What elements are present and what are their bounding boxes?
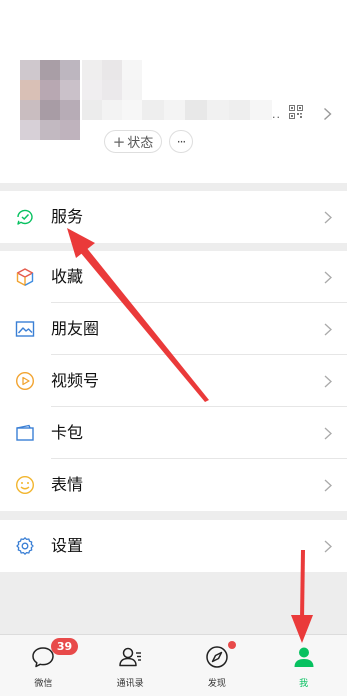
menu-item-settings[interactable]: 设置: [0, 520, 347, 572]
settings-group: 设置: [0, 520, 347, 572]
service-group: 服务: [0, 191, 347, 243]
smiley-icon: [15, 475, 35, 495]
nickname-pixel: [82, 60, 102, 80]
more-dots-icon: ···: [176, 134, 187, 149]
tab-label: 微信: [34, 679, 53, 689]
menu-item-channels[interactable]: 视频号: [0, 355, 347, 407]
wechat-id-pixel: [250, 100, 273, 120]
menu-item-stickers[interactable]: 表情: [0, 459, 347, 511]
avatar-pixel: [20, 120, 40, 140]
avatar-pixel: [40, 80, 60, 100]
chevron-right-icon: [324, 211, 332, 224]
nickname-pixel: [122, 100, 142, 120]
avatar-pixel: [60, 120, 80, 140]
main-menu-group: 收藏 朋友圈 视频号 卡包 表情: [0, 251, 347, 511]
wechat-id-pixel: [185, 100, 208, 120]
person-icon: [294, 647, 314, 667]
plus-icon: +: [112, 132, 126, 151]
tab-contacts[interactable]: 通讯录: [87, 635, 174, 696]
avatar-pixel: [60, 80, 80, 100]
nickname-pixel: [82, 80, 102, 100]
discover-notification-dot: [228, 641, 236, 649]
wallet-card-icon: [16, 424, 34, 441]
bottom-tab-bar: 微信 39 通讯录 发现 我: [0, 634, 347, 696]
compass-icon: [206, 646, 228, 668]
chevron-right-icon: [324, 323, 332, 336]
nickname-pixel: [82, 100, 102, 120]
avatar-pixel: [60, 100, 80, 120]
tab-me[interactable]: 我: [260, 635, 347, 696]
menu-label: 视频号: [51, 371, 100, 390]
menu-label: 卡包: [51, 423, 84, 442]
chevron-right-icon: [324, 540, 332, 553]
more-status-button[interactable]: ···: [169, 130, 193, 153]
nickname-pixel: [102, 60, 122, 80]
avatar-pixel: [40, 120, 60, 140]
menu-label: 表情: [51, 475, 84, 494]
nickname-blurred: [82, 60, 142, 122]
avatar-pixel: [60, 60, 80, 80]
avatar-pixel: [40, 60, 60, 80]
wechat-id-pixel: [142, 100, 164, 120]
play-circle-icon: [15, 371, 35, 391]
cube-icon: [16, 268, 34, 286]
tab-label: 发现: [207, 679, 226, 689]
unread-badge: 39: [51, 638, 78, 655]
picture-icon: [15, 321, 35, 337]
menu-item-moments[interactable]: 朋友圈: [0, 303, 347, 355]
wechat-id-blurred: [142, 100, 273, 120]
avatar-pixel: [40, 100, 60, 120]
chevron-right-icon: [324, 427, 332, 440]
nickname-pixel: [102, 80, 122, 100]
tab-label: 通讯录: [116, 679, 144, 689]
menu-item-service[interactable]: 服务: [0, 191, 347, 243]
tab-chats[interactable]: 微信 39: [0, 635, 87, 696]
wechat-id-pixel: [228, 100, 251, 120]
chevron-right-icon: [324, 375, 332, 388]
tab-discover[interactable]: 发现: [174, 635, 261, 696]
gear-icon: [16, 537, 34, 555]
avatar-pixel: [20, 100, 40, 120]
chevron-right-icon: [324, 479, 332, 492]
chevron-right-icon: [324, 271, 332, 284]
menu-label: 设置: [51, 536, 84, 555]
nickname-pixel: [122, 80, 142, 100]
menu-item-cards[interactable]: 卡包: [0, 407, 347, 459]
truncation-ellipsis: ..: [272, 108, 281, 121]
add-status-button[interactable]: + 状态: [104, 130, 162, 153]
menu-label: 朋友圈: [51, 319, 100, 338]
chevron-right-icon: [324, 107, 332, 121]
menu-label: 服务: [51, 207, 84, 226]
menu-item-favorites[interactable]: 收藏: [0, 251, 347, 303]
service-icon: [17, 209, 33, 225]
tab-label: 我: [299, 679, 309, 689]
wechat-id-pixel: [207, 100, 229, 120]
avatar-pixel: [20, 60, 40, 80]
menu-label: 收藏: [51, 267, 84, 286]
contacts-icon: [119, 647, 142, 667]
avatar[interactable]: [20, 60, 80, 140]
profile-header[interactable]: .. + 状态 ···: [0, 0, 347, 183]
nickname-pixel: [102, 100, 122, 120]
wechat-id-pixel: [163, 100, 186, 120]
avatar-pixel: [20, 80, 40, 100]
qr-code-icon[interactable]: [289, 105, 303, 119]
nickname-pixel: [122, 60, 142, 80]
status-label: 状态: [127, 136, 154, 151]
